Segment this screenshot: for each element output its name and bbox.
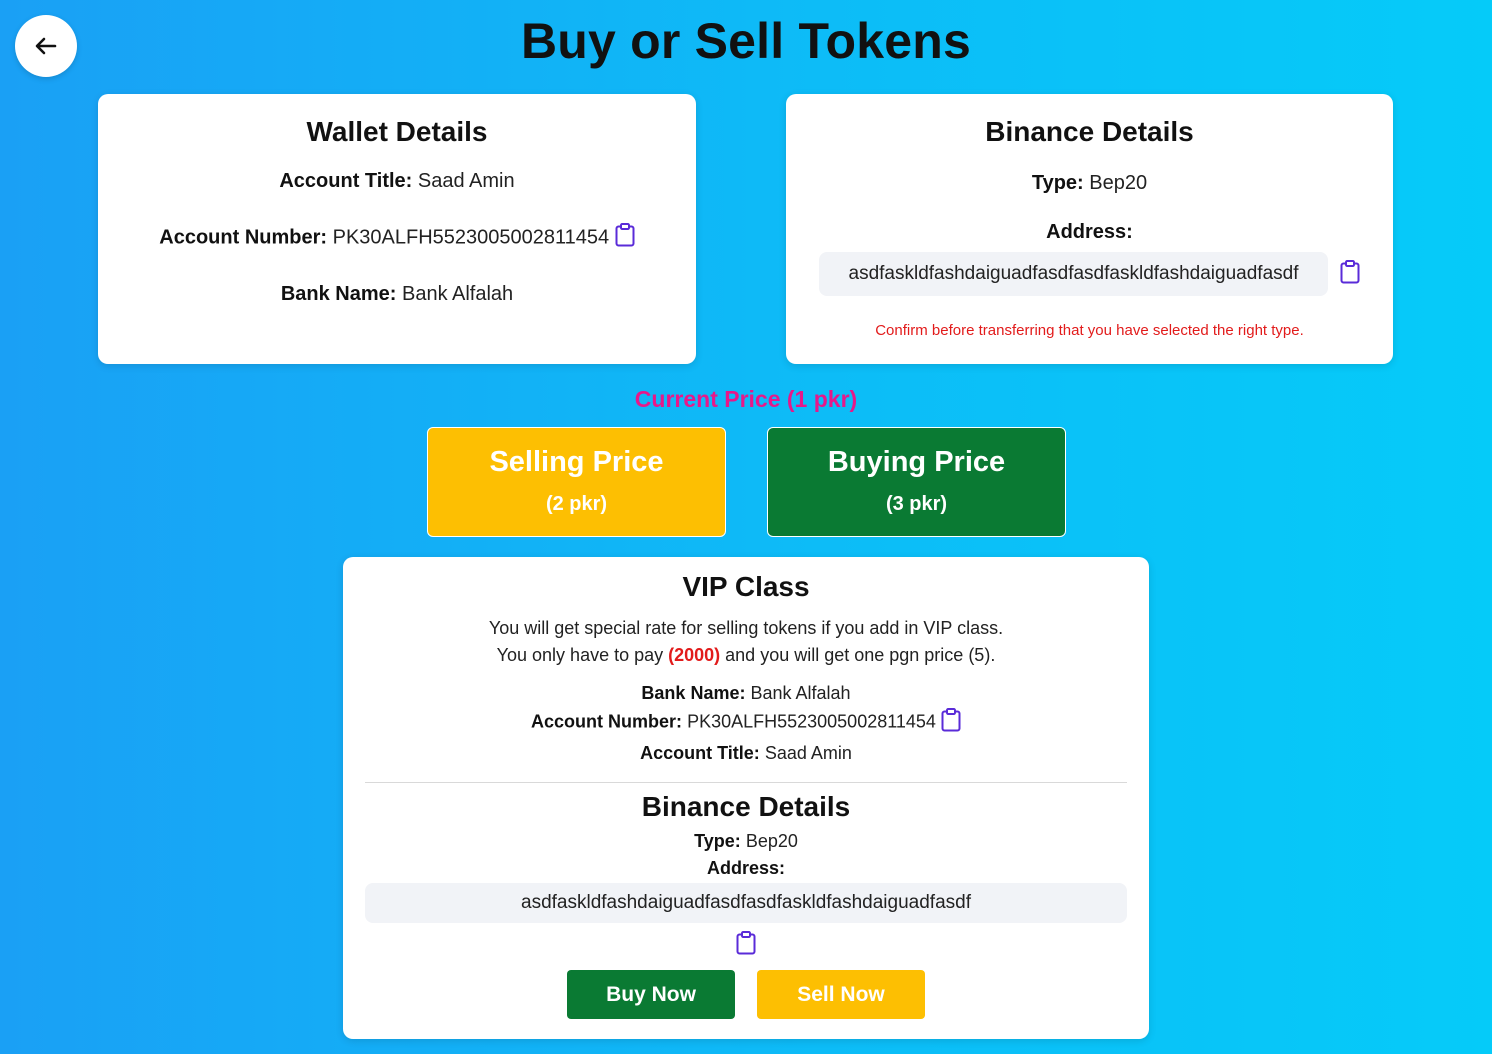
vip-account-title-value: Saad Amin — [764, 743, 852, 763]
vip-desc-line1: You will get special rate for selling to… — [488, 618, 1004, 638]
current-price-label: Current Price (1 pkr) — [634, 386, 858, 412]
wallet-account-title-value: Saad Amin — [417, 170, 515, 192]
binance-type-value: Bep20 — [1089, 172, 1148, 194]
vip-desc-line2: You only have to pay (2000) and you will… — [343, 642, 1149, 669]
binance-address-label-row: Address: — [786, 221, 1393, 244]
binance-details-card: Binance Details Type: Bep20 Address: asd… — [786, 94, 1393, 364]
vip-bank-name-value: Bank Alfalah — [750, 683, 851, 703]
vip-desc-amount: (2000) — [668, 645, 721, 665]
wallet-account-title-label: Account Title: — [279, 170, 413, 192]
page-title: Buy or Sell Tokens — [520, 13, 971, 69]
vip-address-copy — [343, 931, 1149, 960]
binance-address-label: Address: — [1046, 221, 1133, 243]
binance-address-row: asdfaskldfashdaiguadfasdfasdfaskldfashda… — [786, 252, 1393, 296]
vip-divider — [365, 782, 1127, 783]
vip-description: You will get special rate for selling to… — [343, 615, 1149, 669]
wallet-account-title-row: Account Title: Saad Amin — [98, 170, 696, 193]
vip-class-title: VIP Class — [682, 571, 810, 602]
clipboard-icon[interactable] — [1340, 259, 1360, 289]
wallet-details-title: Wallet Details — [306, 116, 488, 147]
vip-bank-name-row: Bank Name: Bank Alfalah — [343, 683, 1149, 704]
wallet-account-number-value: PK30ALFH5523005002811454 — [332, 226, 610, 249]
selling-price-value: (2 pkr) — [545, 493, 608, 515]
buying-price-title: Buying Price — [827, 446, 1006, 478]
selling-price-box: Selling Price (2 pkr) — [427, 427, 726, 537]
clipboard-icon[interactable] — [615, 223, 635, 253]
vip-account-number-label: Account Number: — [531, 711, 683, 732]
vip-desc-post: and you will get one pgn price (5). — [720, 645, 996, 665]
wallet-bank-name-label: Bank Name: — [280, 283, 397, 305]
vip-action-buttons: Buy Now Sell Now — [343, 970, 1149, 1019]
vip-binance-address-label: Address: — [706, 858, 786, 878]
vip-bank-name-label: Bank Name: — [641, 683, 746, 703]
wallet-details-card: Wallet Details Account Title: Saad Amin … — [98, 94, 696, 364]
wallet-account-number-label: Account Number: — [159, 226, 328, 249]
binance-type-row: Type: Bep20 — [786, 172, 1393, 195]
vip-account-number-row: Account Number: PK30ALFH5523005002811454 — [343, 708, 1149, 737]
vip-binance-title: Binance Details — [641, 791, 851, 822]
binance-warning-text: Confirm before transferring that you hav… — [875, 322, 1304, 339]
buy-now-button[interactable]: Buy Now — [567, 970, 735, 1019]
vip-binance-type-value: Bep20 — [745, 831, 798, 851]
selling-price-title: Selling Price — [489, 446, 664, 478]
binance-address-value: asdfaskldfashdaiguadfasdfasdfaskldfashda… — [819, 252, 1328, 296]
sell-now-button[interactable]: Sell Now — [757, 970, 925, 1019]
wallet-account-number-row: Account Number: PK30ALFH5523005002811454 — [98, 223, 696, 253]
vip-account-title-label: Account Title: — [640, 743, 760, 763]
wallet-bank-name-row: Bank Name: Bank Alfalah — [98, 283, 696, 306]
buying-price-value: (3 pkr) — [885, 493, 948, 515]
wallet-bank-name-value: Bank Alfalah — [401, 283, 514, 305]
buying-price-box: Buying Price (3 pkr) — [767, 427, 1066, 537]
vip-binance-type-row: Type: Bep20 — [343, 831, 1149, 852]
vip-binance-address-label-row: Address: — [343, 858, 1149, 879]
clipboard-icon[interactable] — [941, 708, 961, 737]
vip-desc-pre: You only have to pay — [496, 645, 669, 665]
vip-account-number-value: PK30ALFH5523005002811454 — [687, 711, 936, 732]
clipboard-icon[interactable] — [736, 931, 756, 960]
vip-class-card: VIP Class You will get special rate for … — [343, 557, 1149, 1039]
vip-binance-type-label: Type: — [694, 831, 741, 851]
vip-binance-address-value: asdfaskldfashdaiguadfasdfasdfaskldfashda… — [365, 883, 1127, 923]
vip-account-title-row: Account Title: Saad Amin — [343, 743, 1149, 764]
binance-details-title: Binance Details — [985, 116, 1194, 147]
binance-type-label: Type: — [1031, 172, 1084, 194]
